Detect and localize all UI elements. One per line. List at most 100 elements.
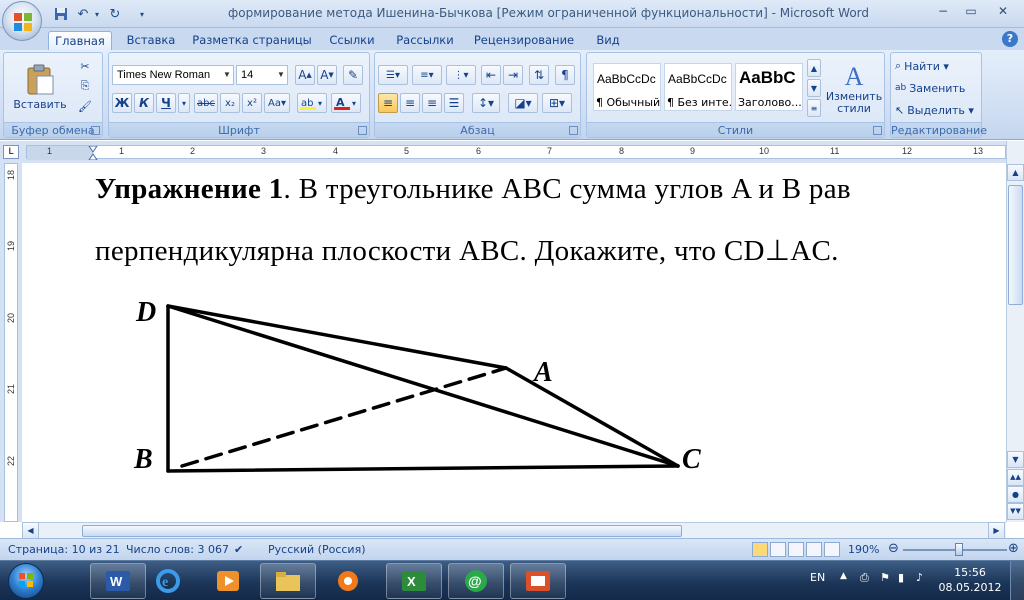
borders-button[interactable]: ⊞▾ (542, 93, 572, 113)
office-button[interactable] (2, 1, 42, 41)
maximize-button[interactable]: ▭ (958, 2, 984, 20)
taskbar-internet-explorer[interactable]: e (140, 563, 196, 599)
minimize-button[interactable]: − (930, 2, 956, 20)
decrease-indent-button[interactable]: ⇤ (481, 65, 501, 85)
next-page-icon[interactable]: ▼▼ (1007, 503, 1024, 520)
vertical-scrollbar[interactable]: ▲ ▼ ▲▲ ● ▼▼ (1006, 141, 1024, 522)
page-indicator[interactable]: Страница: 10 из 21 (8, 543, 120, 556)
styles-scroll-up-icon[interactable]: ▲ (807, 59, 821, 77)
increase-indent-button[interactable]: ⇥ (503, 65, 523, 85)
start-button[interactable] (8, 563, 44, 599)
highlight-button[interactable]: ab ▾ (297, 93, 327, 113)
multilevel-list-button[interactable]: ⋮▾ (446, 65, 476, 85)
vertical-ruler[interactable]: 18 19 20 21 22 (4, 163, 18, 522)
horizontal-scroll-thumb[interactable] (82, 525, 682, 537)
font-family-select[interactable]: Times New Roman ▼ (112, 65, 234, 85)
undo-dropdown-icon[interactable]: ▾ (92, 5, 102, 23)
font-family-dropdown-icon[interactable]: ▼ (221, 66, 233, 84)
cut-icon[interactable]: ✂ (76, 57, 94, 75)
scroll-left-icon[interactable]: ◀ (22, 522, 39, 539)
document-page[interactable]: Упражнение 1. В треугольнике ABC сумма у… (22, 163, 1006, 522)
italic-button[interactable]: К (134, 93, 154, 113)
clipboard-launcher-icon[interactable] (91, 126, 100, 135)
style-normal[interactable]: AaBbCcDc ¶ Обычный (593, 63, 661, 111)
language-indicator[interactable]: Русский (Россия) (268, 543, 366, 556)
customize-qat-icon[interactable]: ▾ (136, 5, 148, 23)
full-screen-reading-button[interactable] (770, 542, 786, 557)
zoom-in-icon[interactable]: ⊕ (1008, 541, 1019, 556)
change-case-button[interactable]: Aa▾ (264, 93, 290, 113)
taskbar-explorer[interactable] (260, 563, 316, 599)
taskbar-avast[interactable] (320, 563, 376, 599)
paragraph-launcher-icon[interactable] (569, 126, 578, 135)
numbering-button[interactable]: ≡▾ (412, 65, 442, 85)
bullets-button[interactable]: ☰▾ (378, 65, 408, 85)
save-icon[interactable] (52, 5, 70, 23)
zoom-level[interactable]: 190% (848, 543, 879, 556)
proofing-icon[interactable]: ✔ (234, 543, 243, 556)
sort-button[interactable]: ⇅ (529, 65, 549, 85)
tab-selector-button[interactable]: L (3, 145, 19, 159)
print-layout-view-button[interactable] (752, 542, 768, 557)
tab-view[interactable]: Вид (588, 31, 628, 50)
undo-icon[interactable]: ↶ (74, 5, 92, 23)
shrink-font-button[interactable]: A ▼ (317, 65, 337, 85)
tab-page-layout[interactable]: Разметка страницы (190, 31, 314, 50)
tab-review[interactable]: Рецензирование (468, 31, 580, 50)
bold-button[interactable]: Ж (112, 93, 132, 113)
zoom-out-icon[interactable]: ⊖ (888, 541, 899, 556)
strikethrough-button[interactable]: abc (194, 93, 218, 113)
clear-formatting-icon[interactable]: ✎ (343, 65, 363, 85)
copy-icon[interactable]: ⎘ (76, 77, 94, 95)
outline-view-button[interactable] (806, 542, 822, 557)
volume-icon[interactable]: ♪ (916, 571, 923, 584)
taskbar-mail-agent[interactable]: @ (448, 563, 504, 599)
font-size-dropdown-icon[interactable]: ▼ (275, 66, 287, 84)
taskbar-media-player[interactable] (200, 563, 256, 599)
scroll-down-icon[interactable]: ▼ (1007, 451, 1024, 468)
horizontal-scrollbar[interactable]: ◀ ▶ (22, 522, 1006, 539)
styles-launcher-icon[interactable] (873, 126, 882, 135)
style-no-spacing[interactable]: AaBbCcDc ¶ Без инте... (664, 63, 732, 111)
align-center-button[interactable]: ≡ (400, 93, 420, 113)
scroll-right-icon[interactable]: ▶ (988, 522, 1005, 539)
line-spacing-button[interactable]: ↕▾ (472, 93, 500, 113)
zoom-slider-thumb[interactable] (955, 543, 963, 556)
tab-mailings[interactable]: Рассылки (390, 31, 460, 50)
draft-view-button[interactable] (824, 542, 840, 557)
format-painter-icon[interactable]: 🖌 (76, 97, 94, 115)
styles-scroll-down-icon[interactable]: ▼ (807, 79, 821, 97)
justify-button[interactable]: ☰ (444, 93, 464, 113)
align-right-button[interactable]: ≡ (422, 93, 442, 113)
grow-font-button[interactable]: A ▲ (295, 65, 315, 85)
style-heading-1[interactable]: AaBbC Заголово... (735, 63, 803, 111)
previous-page-icon[interactable]: ▲▲ (1007, 469, 1024, 486)
superscript-button[interactable]: x² (242, 93, 262, 113)
select-browse-object-icon[interactable]: ● (1007, 486, 1024, 503)
usb-device-icon[interactable]: ⎙ (860, 571, 869, 585)
clock[interactable]: 15:56 08.05.2012 (938, 565, 1002, 595)
underline-dropdown-icon[interactable]: ▾ (178, 93, 190, 113)
tab-references[interactable]: Ссылки (322, 31, 382, 50)
tab-home[interactable]: Главная (48, 31, 112, 50)
underline-button[interactable]: Ч (156, 93, 176, 113)
change-styles-button[interactable]: A Изменить стили (825, 57, 883, 121)
flag-icon[interactable]: ⚑ (880, 571, 890, 584)
font-launcher-icon[interactable] (358, 126, 367, 135)
input-language[interactable]: EN (810, 571, 825, 584)
find-button[interactable]: ⌕ Найти ▾ (895, 57, 949, 75)
subscript-button[interactable]: x₂ (220, 93, 240, 113)
taskbar-word[interactable]: W (90, 563, 146, 599)
show-marks-button[interactable]: ¶ (555, 65, 575, 85)
tab-insert[interactable]: Вставка (120, 31, 182, 50)
replace-button[interactable]: ab Заменить (895, 79, 965, 97)
show-desktop-button[interactable] (1010, 561, 1024, 600)
paste-button[interactable]: Вставить (10, 57, 70, 117)
select-button[interactable]: ↖ Выделить ▾ (895, 101, 974, 119)
shading-button[interactable]: ◪▾ (508, 93, 538, 113)
show-hidden-icons-icon[interactable]: ▲ (840, 571, 847, 581)
close-button[interactable]: ✕ (990, 2, 1016, 20)
word-count[interactable]: Число слов: 3 067 (126, 543, 229, 556)
align-left-button[interactable]: ≡ (378, 93, 398, 113)
taskbar-excel[interactable]: X (386, 563, 442, 599)
